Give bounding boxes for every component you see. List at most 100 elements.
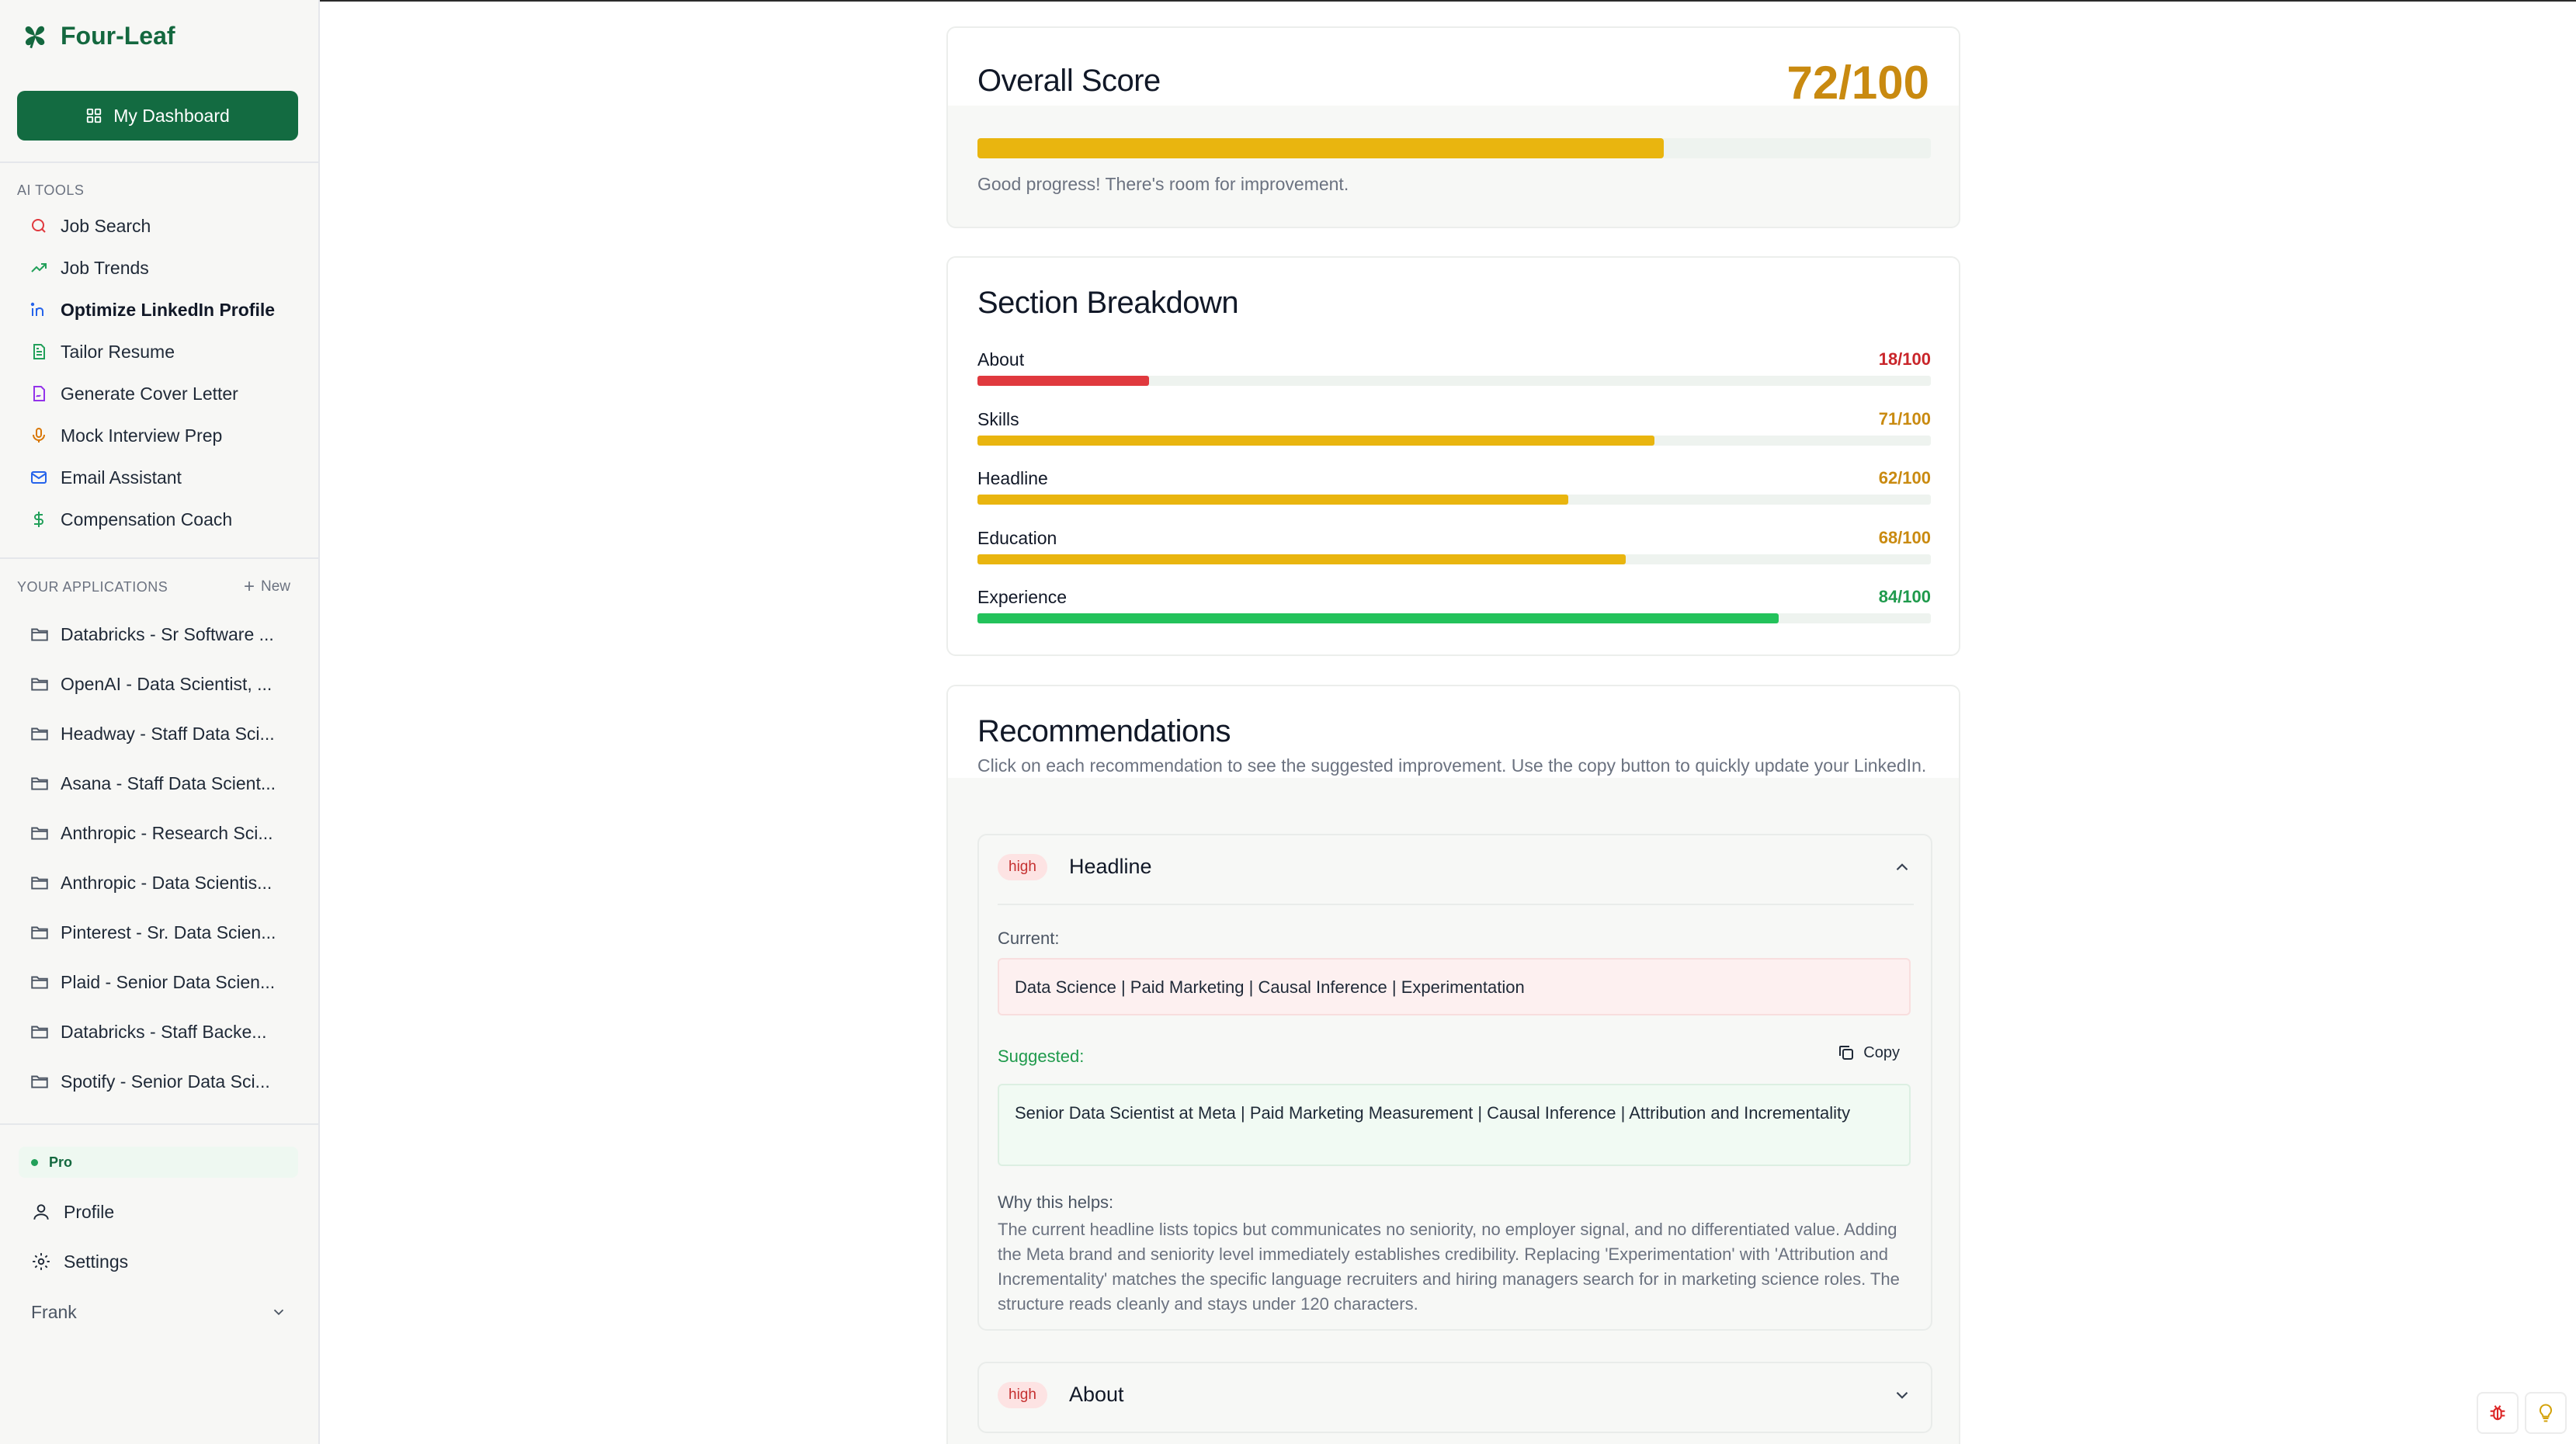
section-score: 18/100 [1878,349,1931,369]
sidebar-item-optimize-linkedin[interactable]: Optimize LinkedIn Profile [30,293,301,327]
folder-icon [31,926,48,939]
application-label: Headway - Staff Data Sci... [61,723,275,744]
profile-link[interactable]: Profile [31,1195,295,1229]
user-icon [33,1204,49,1220]
feedback-idea-button[interactable] [2525,1392,2567,1434]
section-score-bar [977,436,1931,446]
copy-label: Copy [1863,1043,1900,1061]
chevron-down-icon[interactable] [1892,1385,1912,1405]
application-label: Databricks - Staff Backe... [61,1021,267,1042]
recommendation-item[interactable]: high About [977,1362,1932,1433]
sidebar-item-label: Job Trends [61,257,149,278]
sidebar-divider [0,1123,318,1125]
chevron-up-icon[interactable] [1892,857,1912,877]
section-name: Headline [977,468,1048,488]
section-row-education: Education 68/100 [977,528,1931,574]
section-row-about: About 18/100 [977,349,1931,396]
application-item[interactable]: Anthropic - Research Sci... [30,816,286,850]
section-score-bar-fill [977,376,1150,386]
why-text: The current headline lists topics but co… [998,1220,1900,1314]
copy-icon [1839,1046,1854,1060]
sidebar-item-job-trends[interactable]: Job Trends [30,251,301,285]
application-label: OpenAI - Data Scientist, ... [61,673,273,694]
dollar-icon [34,512,43,527]
recommendation-item: high Headline Current: Data Science | Pa… [977,834,1932,1331]
section-score-bar-fill [977,554,1626,564]
copy-button[interactable]: Copy [1837,1043,1900,1062]
sidebar-item-compensation-coach[interactable]: Compensation Coach [30,502,301,536]
gear-icon [33,1253,50,1270]
brand[interactable]: Four-Leaf [19,20,175,51]
application-label: Anthropic - Data Scientis... [61,872,273,893]
section-row-skills: Skills 71/100 [977,409,1931,456]
section-name: Skills [977,409,1019,429]
section-name: Education [977,528,1057,548]
section-score-bar [977,495,1931,505]
sidebar: Four-Leaf My Dashboard AI TOOLS Job Sear… [0,0,320,1444]
your-applications-heading: YOUR APPLICATIONS [17,579,168,595]
sidebar-item-label: Job Search [61,215,151,236]
priority-badge: high [998,1382,1047,1408]
section-name: About [977,349,1025,370]
section-score-bar-fill [977,436,1654,446]
bug-icon [2490,1405,2505,1421]
application-item[interactable]: Spotify - Senior Data Sci... [30,1064,286,1099]
brand-name: Four-Leaf [61,21,175,50]
folder-icon [31,1026,48,1039]
four-leaf-logo-icon [25,26,45,49]
application-item[interactable]: Databricks - Staff Backe... [30,1015,286,1049]
document-icon [33,344,45,359]
microphone-icon [33,428,45,443]
settings-label: Settings [64,1251,129,1272]
application-item[interactable]: Anthropic - Data Scientis... [30,866,286,900]
overall-score-title: Overall Score [977,64,1161,98]
plan-badge-label: Pro [49,1154,73,1170]
section-score-bar-fill [977,495,1569,505]
window-top-border [0,0,2576,2]
folder-icon [31,876,48,890]
sidebar-item-cover-letter[interactable]: Generate Cover Letter [30,377,301,411]
sidebar-item-label: Email Assistant [61,467,182,488]
application-label: Spotify - Senior Data Sci... [61,1071,270,1092]
section-score: 71/100 [1878,409,1931,429]
signature-file-icon [33,386,45,401]
chevron-down-icon [273,1309,284,1316]
sidebar-item-tailor-resume[interactable]: Tailor Resume [30,335,301,369]
recommendations-subtitle: Click on each recommendation to see the … [977,755,1927,776]
report-bug-button[interactable] [2477,1392,2519,1434]
application-label: Plaid - Senior Data Scien... [61,971,276,992]
sidebar-item-label: Compensation Coach [61,509,233,529]
search-icon [32,219,46,233]
sidebar-divider [0,161,318,163]
linkedin-icon [30,302,43,316]
section-score: 62/100 [1878,468,1931,488]
overall-score-message: Good progress! There's room for improvem… [977,174,1349,194]
sidebar-item-job-search[interactable]: Job Search [30,209,301,243]
section-name: Experience [977,587,1068,607]
application-item[interactable]: Databricks - Sr Software ... [30,617,286,651]
overall-score-card: Overall Score 72/100 Good progress! Ther… [946,26,1960,228]
folder-icon [31,827,48,840]
section-score-bar [977,613,1931,623]
settings-link[interactable]: Settings [31,1244,295,1279]
user-menu[interactable]: Frank [31,1295,287,1329]
section-row-experience: Experience 84/100 [977,587,1931,633]
sidebar-item-label: Optimize LinkedIn Profile [61,299,276,320]
my-dashboard-button[interactable]: My Dashboard [17,91,298,141]
sidebar-item-email-assistant[interactable]: Email Assistant [30,460,301,495]
recommendation-header[interactable]: high Headline [979,835,1931,905]
application-item[interactable]: Pinterest - Sr. Data Scien... [30,915,286,949]
application-item[interactable]: OpenAI - Data Scientist, ... [30,667,286,701]
application-item[interactable]: Asana - Staff Data Scient... [30,766,286,800]
section-score: 84/100 [1878,587,1931,606]
application-item[interactable]: Headway - Staff Data Sci... [30,717,286,751]
current-label: Current: [998,929,1060,948]
sidebar-item-mock-interview[interactable]: Mock Interview Prep [30,418,301,453]
mail-icon [31,471,47,484]
application-item[interactable]: Plaid - Senior Data Scien... [30,965,286,999]
status-dot-icon [31,1158,38,1166]
plan-badge: Pro [19,1147,298,1178]
new-application-button[interactable]: + New [244,578,290,596]
recommendations-card: Recommendations Click on each recommenda… [946,685,1960,1444]
recommendation-title: Headline [1069,855,1152,878]
